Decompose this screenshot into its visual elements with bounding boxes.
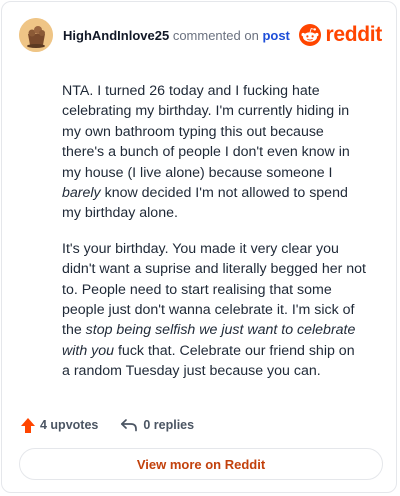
brand-wordmark: reddit <box>325 23 382 46</box>
post-link[interactable]: post <box>262 28 289 43</box>
avatar[interactable] <box>19 18 53 52</box>
reddit-snoo-icon <box>299 24 322 46</box>
reply-arrow-icon <box>121 419 138 432</box>
action-text: commented on <box>172 27 259 43</box>
comment-body: NTA. I turned 26 today and I fucking hat… <box>62 81 366 397</box>
byline: HighAndInlove25 commented on post <box>63 28 290 43</box>
comment-header: HighAndInlove25 commented on post reddit <box>19 17 382 53</box>
upvote-button[interactable]: 4 upvotes <box>20 417 98 434</box>
view-more-button[interactable]: View more on Reddit <box>19 448 383 480</box>
arrow-up-icon <box>21 417 35 433</box>
comment-paragraph: NTA. I turned 26 today and I fucking hat… <box>62 83 350 222</box>
upvote-count: 4 upvotes <box>40 418 99 432</box>
reply-count: 0 replies <box>143 418 195 432</box>
reddit-logo[interactable]: reddit <box>299 23 382 47</box>
reply-button[interactable]: 0 replies <box>120 418 194 432</box>
comment-paragraph: It's your birthday. You made it very cle… <box>62 240 366 380</box>
username-link[interactable]: HighAndInlove25 <box>63 28 169 43</box>
comment-footer: 4 upvotes 0 replies <box>20 416 194 434</box>
comment-card: HighAndInlove25 commented on post reddit… <box>1 1 397 493</box>
